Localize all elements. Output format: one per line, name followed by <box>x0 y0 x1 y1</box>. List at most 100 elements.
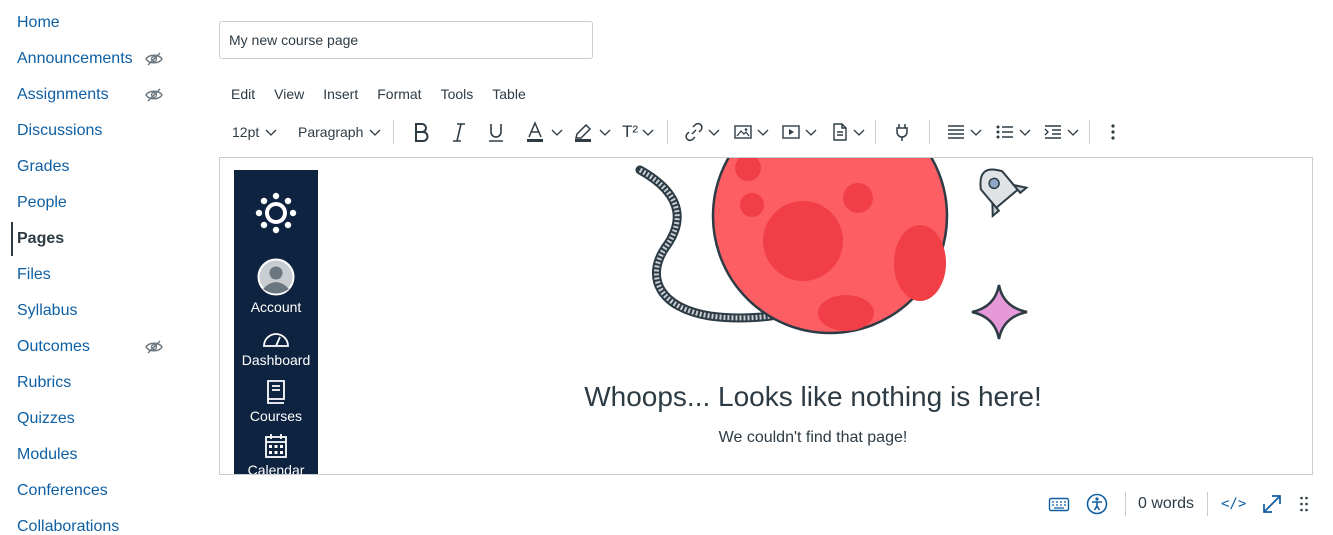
chevron-down-icon <box>1019 129 1031 136</box>
keyboard-shortcuts-icon <box>1048 497 1070 512</box>
nav-item-label: Announcements <box>17 50 133 67</box>
accessibility-checker-button[interactable] <box>1086 488 1108 520</box>
keyboard-shortcuts-button[interactable] <box>1048 488 1070 520</box>
editor-content-area[interactable]: Account Dashboard Courses Calendar Whoop… <box>219 157 1313 475</box>
italic-icon <box>453 123 465 142</box>
nav-item-files[interactable]: Files <box>17 263 187 287</box>
nav-item-label: Syllabus <box>17 302 78 319</box>
active-item-indicator <box>11 222 13 256</box>
nav-item-label: Discussions <box>17 122 103 139</box>
nav-item-quizzes[interactable]: Quizzes <box>17 407 187 431</box>
nav-item-label: Files <box>17 266 51 283</box>
chevron-down-icon <box>805 129 817 136</box>
editor-menubar: Edit View Insert Format Tools Table <box>221 84 535 104</box>
nav-item-label: Home <box>17 14 60 31</box>
image-button[interactable] <box>733 116 770 148</box>
block-format-select[interactable]: Paragraph <box>298 116 382 148</box>
fullscreen-button[interactable] <box>1261 488 1283 520</box>
nav-item-grades[interactable]: Grades <box>17 155 187 179</box>
canvas-logo-icon <box>255 192 297 234</box>
global-nav-dashboard[interactable]: Dashboard <box>234 328 318 368</box>
chevron-down-icon <box>757 129 769 136</box>
align-button[interactable] <box>946 116 983 148</box>
align-icon <box>948 125 964 139</box>
menu-edit[interactable]: Edit <box>221 84 264 104</box>
resize-handle[interactable] <box>1299 488 1309 520</box>
nav-item-label: Outcomes <box>17 338 90 355</box>
list-button[interactable] <box>995 116 1032 148</box>
course-navigation: Home Announcements Assignments Discussio… <box>0 0 200 535</box>
underline-button[interactable] <box>485 116 507 148</box>
link-icon <box>685 122 703 142</box>
statusbar-divider <box>1207 492 1208 516</box>
image-icon <box>734 125 752 139</box>
nav-item-syllabus[interactable]: Syllabus <box>17 299 187 323</box>
superscript-button[interactable]: T² <box>622 116 655 148</box>
bold-button[interactable] <box>410 116 432 148</box>
fullscreen-icon <box>1263 495 1281 513</box>
nav-item-modules[interactable]: Modules <box>17 443 187 467</box>
indent-button[interactable] <box>1043 116 1080 148</box>
toolbar-divider <box>667 120 668 144</box>
chevron-down-icon <box>551 129 563 136</box>
chevron-down-icon <box>265 129 277 136</box>
nav-item-collaborations[interactable]: Collaborations <box>17 515 187 535</box>
chevron-down-icon <box>970 129 982 136</box>
chevron-down-icon <box>708 129 720 136</box>
user-avatar-icon <box>257 258 295 296</box>
font-size-value: 12pt <box>232 124 260 140</box>
nav-item-rubrics[interactable]: Rubrics <box>17 371 187 395</box>
global-nav-label: Calendar <box>247 462 305 475</box>
more-icon <box>1111 124 1115 140</box>
resize-handle-icon <box>1300 496 1308 512</box>
chevron-down-icon <box>369 129 381 136</box>
html-code-icon: </> <box>1221 496 1247 512</box>
toolbar-divider <box>929 120 930 144</box>
font-size-select[interactable]: 12pt <box>232 116 278 148</box>
link-button[interactable] <box>684 116 721 148</box>
toolbar-divider <box>1089 120 1090 144</box>
word-count-label: 0 words <box>1138 495 1195 512</box>
lti-apps-icon <box>896 124 908 141</box>
chevron-down-icon <box>642 129 654 136</box>
media-icon <box>782 125 800 139</box>
list-icon <box>996 125 1013 139</box>
menu-view[interactable]: View <box>264 84 313 104</box>
accessibility-checker-icon <box>1086 493 1108 515</box>
highlight-color-button[interactable] <box>572 116 612 148</box>
nav-item-discussions[interactable]: Discussions <box>17 119 187 143</box>
nav-item-label: Grades <box>17 158 70 175</box>
nav-item-label: Rubrics <box>17 374 72 391</box>
global-nav-account[interactable]: Account <box>234 258 318 315</box>
global-nav-label: Account <box>250 299 302 315</box>
page-title-input[interactable] <box>219 21 593 59</box>
error-heading: Whoops... Looks like nothing is here! <box>584 381 1042 412</box>
space-illustration <box>635 158 1029 340</box>
document-button[interactable] <box>831 116 866 148</box>
lti-apps-button[interactable] <box>892 116 912 148</box>
nav-item-label: Modules <box>17 446 78 463</box>
indent-icon <box>1044 125 1061 139</box>
more-button[interactable] <box>1110 116 1116 148</box>
html-editor-toggle[interactable]: </> <box>1221 488 1246 520</box>
nav-item-people[interactable]: People <box>17 191 187 215</box>
nav-item-home[interactable]: Home <box>17 11 187 35</box>
block-format-value: Paragraph <box>298 124 364 140</box>
nav-item-conferences[interactable]: Conferences <box>17 479 187 503</box>
nav-item-label: Quizzes <box>17 410 75 427</box>
hidden-eye-icon <box>145 88 163 102</box>
highlight-color-icon <box>575 123 592 142</box>
statusbar-divider <box>1125 492 1126 516</box>
menu-format[interactable]: Format <box>367 84 430 104</box>
text-color-button[interactable] <box>524 116 564 148</box>
menu-insert[interactable]: Insert <box>313 84 367 104</box>
nav-item-pages[interactable]: Pages <box>17 227 187 251</box>
italic-button[interactable] <box>448 116 470 148</box>
nav-item-label: Collaborations <box>17 518 120 535</box>
document-icon <box>833 123 847 141</box>
word-count[interactable]: 0 words <box>1138 488 1194 520</box>
menu-table[interactable]: Table <box>482 84 534 104</box>
text-color-icon <box>527 121 543 142</box>
menu-tools[interactable]: Tools <box>431 84 483 104</box>
media-button[interactable] <box>781 116 818 148</box>
